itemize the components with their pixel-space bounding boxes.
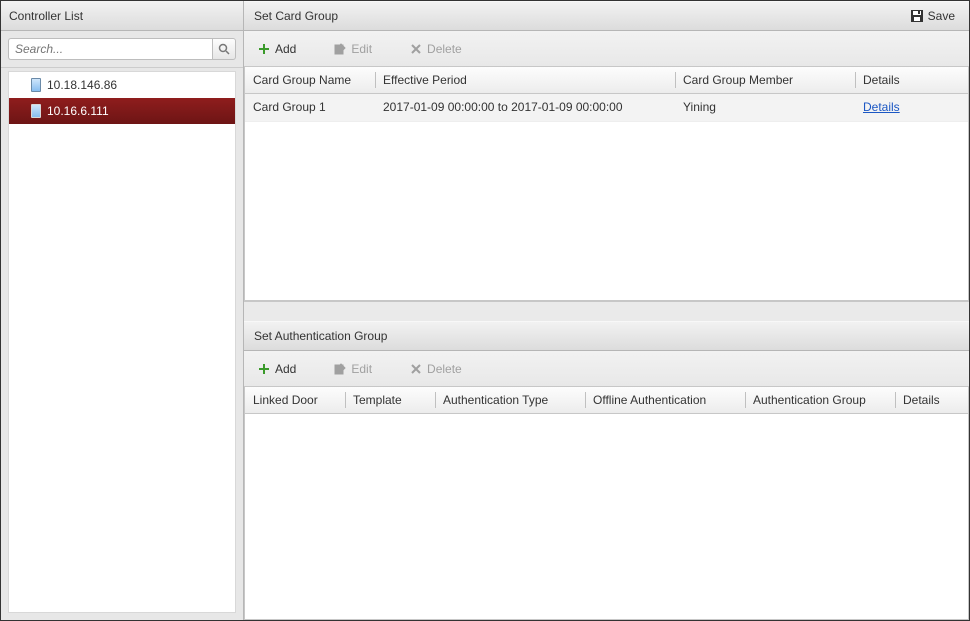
- plus-icon: [258, 363, 270, 375]
- controller-list-header: Controller List: [1, 1, 243, 31]
- delete-button[interactable]: Delete: [410, 362, 462, 376]
- plus-icon: [258, 43, 270, 55]
- card-group-header: Set Card Group Save: [244, 1, 969, 31]
- edit-button[interactable]: Edit: [334, 362, 372, 376]
- delete-icon: [410, 43, 422, 55]
- edit-button[interactable]: Edit: [334, 42, 372, 56]
- add-label: Add: [275, 362, 296, 376]
- auth-group-table: Linked Door Template Authentication Type…: [245, 387, 968, 414]
- delete-label: Delete: [427, 362, 462, 376]
- controller-list-title: Controller List: [9, 9, 83, 23]
- app-root: Controller List 10.18.146.86 10.16.6.111: [0, 0, 970, 621]
- delete-label: Delete: [427, 42, 462, 56]
- cell-period: 2017-01-09 00:00:00 to 2017-01-09 00:00:…: [375, 93, 675, 121]
- edit-label: Edit: [351, 362, 372, 376]
- search-input[interactable]: [8, 38, 212, 60]
- save-label: Save: [928, 9, 955, 23]
- cell-name: Card Group 1: [245, 93, 375, 121]
- col-name[interactable]: Card Group Name: [245, 67, 375, 93]
- main-area: Set Card Group Save Add: [244, 1, 969, 620]
- controller-list: 10.18.146.86 10.16.6.111: [8, 71, 236, 613]
- card-group-toolbar: Add Edit Delete: [244, 31, 969, 67]
- panel-gap: [244, 301, 969, 321]
- col-door[interactable]: Linked Door: [245, 387, 345, 413]
- auth-group-title: Set Authentication Group: [254, 329, 387, 343]
- col-offline[interactable]: Offline Authentication: [585, 387, 745, 413]
- controller-label: 10.16.6.111: [47, 104, 109, 118]
- auth-group-toolbar: Add Edit Delete: [244, 351, 969, 387]
- save-icon: [910, 9, 924, 23]
- add-button[interactable]: Add: [258, 362, 296, 376]
- col-details[interactable]: Details: [855, 67, 968, 93]
- delete-icon: [410, 363, 422, 375]
- edit-icon: [334, 363, 346, 375]
- search-icon: [218, 43, 230, 55]
- col-details[interactable]: Details: [895, 387, 968, 413]
- controller-item[interactable]: 10.16.6.111: [9, 98, 235, 124]
- col-period[interactable]: Effective Period: [375, 67, 675, 93]
- device-icon: [31, 104, 41, 118]
- controller-list-sidebar: Controller List 10.18.146.86 10.16.6.111: [1, 1, 244, 620]
- cell-member: Yining: [675, 93, 855, 121]
- search-bar: [1, 31, 243, 68]
- auth-group-header: Set Authentication Group: [244, 321, 969, 351]
- add-label: Add: [275, 42, 296, 56]
- edit-label: Edit: [351, 42, 372, 56]
- controller-label: 10.18.146.86: [47, 78, 117, 92]
- card-group-table: Card Group Name Effective Period Card Gr…: [245, 67, 968, 122]
- col-group[interactable]: Authentication Group: [745, 387, 895, 413]
- edit-icon: [334, 43, 346, 55]
- auth-group-table-wrap: Linked Door Template Authentication Type…: [244, 387, 969, 620]
- delete-button[interactable]: Delete: [410, 42, 462, 56]
- controller-item[interactable]: 10.18.146.86: [9, 72, 235, 98]
- table-row[interactable]: Card Group 1 2017-01-09 00:00:00 to 2017…: [245, 93, 968, 121]
- col-template[interactable]: Template: [345, 387, 435, 413]
- col-member[interactable]: Card Group Member: [675, 67, 855, 93]
- search-button[interactable]: [212, 38, 236, 60]
- card-group-title: Set Card Group: [254, 9, 338, 23]
- card-group-table-wrap: Card Group Name Effective Period Card Gr…: [244, 67, 969, 301]
- add-button[interactable]: Add: [258, 42, 296, 56]
- device-icon: [31, 78, 41, 92]
- col-authtype[interactable]: Authentication Type: [435, 387, 585, 413]
- save-button[interactable]: Save: [906, 7, 959, 25]
- details-link[interactable]: Details: [863, 100, 900, 114]
